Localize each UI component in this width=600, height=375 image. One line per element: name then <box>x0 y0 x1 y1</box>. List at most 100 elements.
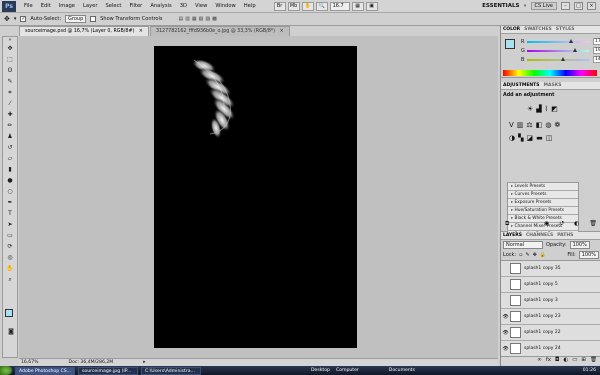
cs-live-button[interactable]: CS Live <box>530 2 557 10</box>
menu-image[interactable]: Image <box>55 3 79 9</box>
align-buttons[interactable]: ▤▥▦▧▨▩ <box>178 16 218 22</box>
blend-mode-dropdown[interactable]: Normal <box>503 241 543 249</box>
posterize-icon[interactable]: ▚ <box>518 134 523 142</box>
tab-masks[interactable]: MASKS <box>544 82 562 89</box>
clone-stamp-tool-icon[interactable]: ♟ <box>4 132 16 142</box>
marquee-tool-icon[interactable]: ⬚ <box>4 55 16 65</box>
gradient-map-icon[interactable]: ▬ <box>536 134 543 142</box>
slider-knob[interactable] <box>569 38 573 43</box>
quick-select-tool-icon[interactable]: ✎ <box>4 77 16 87</box>
foreground-color-swatch[interactable] <box>5 309 13 317</box>
system-clock[interactable]: 01:26 <box>583 368 596 373</box>
add-mask-icon[interactable]: ◘ <box>555 357 559 365</box>
menu-file[interactable]: File <box>20 3 37 9</box>
new-adjustment-icon[interactable]: ◐ <box>563 357 568 365</box>
healing-tool-icon[interactable]: ✚ <box>4 110 16 120</box>
reset-icon[interactable]: ↺ <box>559 220 564 230</box>
bridge-icon[interactable]: Br <box>273 1 286 11</box>
hand-tool-icon[interactable]: ✋ <box>4 264 16 274</box>
collapse-icon[interactable]: » <box>4 37 16 43</box>
color-balance-icon[interactable]: ⚖ <box>526 121 532 129</box>
tab-adjustments[interactable]: ADJUSTMENTS <box>503 82 540 89</box>
menu-analysis[interactable]: Analysis <box>146 3 175 9</box>
mini-bridge-icon[interactable]: Mb <box>287 1 300 11</box>
tab-color[interactable]: COLOR <box>503 26 520 33</box>
new-layer-icon[interactable]: ⊞ <box>581 357 586 365</box>
slider-knob[interactable] <box>573 47 577 52</box>
close-tab-icon[interactable]: × <box>139 29 143 34</box>
eye-icon[interactable]: 👁 <box>501 346 510 352</box>
tool-preset-dropdown-icon[interactable]: ▾ <box>14 16 17 22</box>
history-brush-tool-icon[interactable]: ↺ <box>4 143 16 153</box>
show-transform-checkbox[interactable] <box>90 16 97 22</box>
delete-adjustment-icon[interactable]: 🗑 <box>589 220 597 230</box>
delete-layer-icon[interactable]: 🗑 <box>590 357 597 365</box>
workspace-switcher[interactable]: ESSENTIALS <box>482 3 519 9</box>
tab-jpg[interactable]: 3127782162_fffd936b0e_o.jpg @ 33,3% (RGB… <box>149 26 290 36</box>
red-value-field[interactable]: 175 <box>593 38 600 45</box>
documents-toolbar[interactable]: Documents <box>389 368 415 373</box>
layer-style-icon[interactable]: fx <box>546 357 551 365</box>
layer-row[interactable]: 👁 splash1 copy 24 <box>501 341 600 357</box>
move-tool-icon[interactable]: ✥ <box>4 44 16 54</box>
brush-tool-icon[interactable]: ✏ <box>4 121 16 131</box>
lock-image-icon[interactable]: ✎ <box>525 252 529 258</box>
fg-color-chip[interactable] <box>505 39 515 49</box>
pen-tool-icon[interactable]: ✒ <box>4 198 16 208</box>
fill-field[interactable]: 100% <box>578 251 599 259</box>
menu-help[interactable]: Help <box>240 3 260 9</box>
gradient-tool-icon[interactable]: ▮ <box>4 165 16 175</box>
taskbar-item-explorer[interactable]: C:\Users\Administra... <box>141 366 201 375</box>
shape-tool-icon[interactable]: ▭ <box>4 231 16 241</box>
slider-red[interactable]: R 175 <box>521 37 600 46</box>
preset-hue-saturation[interactable]: Hue/Saturation Presets <box>508 207 578 215</box>
threshold-icon[interactable]: ◪ <box>527 134 534 142</box>
lock-transparent-icon[interactable]: ▫ <box>519 252 522 258</box>
eye-icon[interactable]: 👁 <box>501 314 510 320</box>
lock-all-icon[interactable]: 🔒 <box>540 252 546 258</box>
tab-styles[interactable]: STYLES <box>556 26 575 33</box>
tab-sourceimage[interactable]: sourceimage.psd @ 16,7% (Layer 0, RGB/8#… <box>19 26 149 36</box>
layer-row[interactable]: splash1 copy 35 <box>501 261 600 277</box>
color-ramp[interactable] <box>503 70 597 76</box>
auto-select-checkbox[interactable]: ✓ <box>20 16 27 22</box>
preset-levels[interactable]: Levels Presets <box>508 183 578 191</box>
taskbar-item-photoshop[interactable]: Adobe Photoshop CS... <box>15 366 75 375</box>
tab-swatches[interactable]: SWATCHES <box>524 26 552 33</box>
black-white-icon[interactable]: ◧ <box>536 121 543 129</box>
tab-layers[interactable]: LAYERS <box>503 232 522 239</box>
tab-channels[interactable]: CHANNELS <box>526 232 553 239</box>
eye-icon[interactable]: 👁 <box>501 330 510 336</box>
toggle-visibility-icon[interactable]: ◐ <box>574 220 579 230</box>
menu-window[interactable]: Window <box>211 3 239 9</box>
menu-3d[interactable]: 3D <box>176 3 191 9</box>
move-tool-icon[interactable]: ✥ <box>4 15 10 23</box>
path-selection-tool-icon[interactable]: ➤ <box>4 220 16 230</box>
levels-icon[interactable]: ▟ <box>536 105 541 113</box>
menu-filter[interactable]: Filter <box>125 3 146 9</box>
green-value-field[interactable]: 190 <box>593 47 600 54</box>
zoom-tool-icon[interactable]: 🔍 <box>315 1 328 11</box>
desktop-toolbar[interactable]: Desktop <box>311 368 330 373</box>
photo-filter-icon[interactable]: ◍ <box>545 121 551 129</box>
lock-position-icon[interactable]: ✥ <box>533 252 537 258</box>
zoom-tool-icon[interactable]: ⌕ <box>4 275 16 285</box>
quick-mask-icon[interactable]: ◙ <box>5 327 17 337</box>
view-previous-icon[interactable]: ◉ <box>544 220 549 230</box>
status-zoom[interactable]: 16,67% <box>21 360 39 365</box>
lasso-tool-icon[interactable]: ʘ <box>4 66 16 76</box>
3d-rotate-tool-icon[interactable]: ⟳ <box>4 242 16 252</box>
computer-toolbar[interactable]: Computer <box>336 368 359 373</box>
slider-blue[interactable]: B 140 <box>521 55 600 64</box>
blur-tool-icon[interactable]: ● <box>4 176 16 186</box>
eyedropper-tool-icon[interactable]: ⁄ <box>4 99 16 109</box>
eraser-tool-icon[interactable]: ▱ <box>4 154 16 164</box>
layer-row[interactable]: 👁 splash1 copy 23 <box>501 309 600 325</box>
dodge-tool-icon[interactable]: ○ <box>4 187 16 197</box>
blue-value-field[interactable]: 140 <box>593 56 600 63</box>
invert-icon[interactable]: ◑ <box>509 134 515 142</box>
layer-row[interactable]: splash1 copy 5 <box>501 277 600 293</box>
status-arrow-icon[interactable]: ▸ <box>143 360 145 365</box>
link-layers-icon[interactable]: ∞ <box>537 357 542 365</box>
menu-layer[interactable]: Layer <box>79 3 101 9</box>
